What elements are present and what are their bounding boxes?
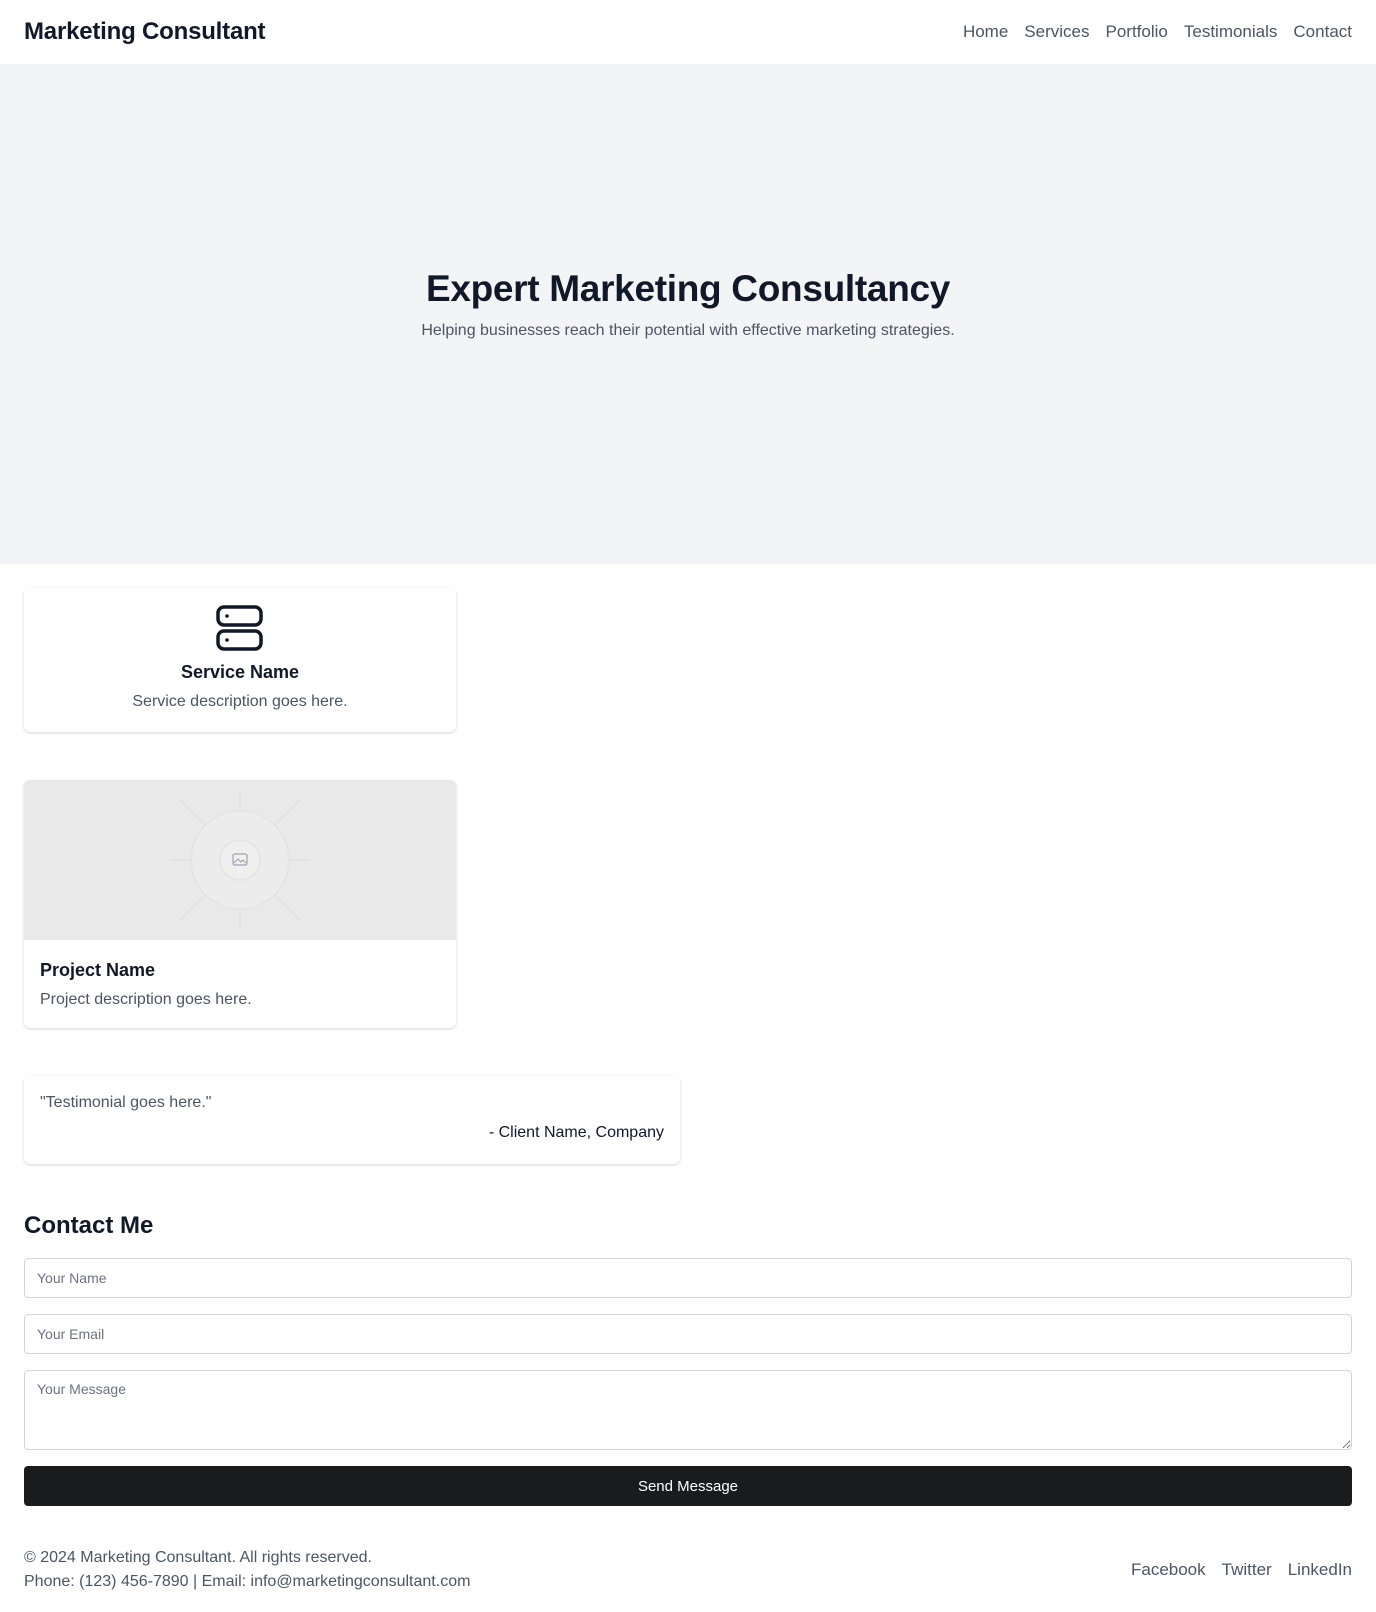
hero-subtitle: Helping businesses reach their potential…	[421, 322, 955, 339]
hero-title: Expert Marketing Consultancy	[425, 268, 951, 309]
project-title: Project Name	[40, 960, 156, 980]
contact-title: Contact Me	[24, 1212, 154, 1239]
testimonials-section: "Testimonial goes here." - Client Name, …	[0, 1076, 1376, 1164]
service-description: Service description goes here.	[132, 693, 348, 710]
nav-contact[interactable]: Contact	[1293, 22, 1352, 42]
contact-form: Send Message	[24, 1258, 1352, 1506]
nav-services[interactable]: Services	[1024, 22, 1089, 42]
testimonial-quote: "Testimonial goes here."	[40, 1094, 212, 1111]
message-textarea[interactable]	[24, 1370, 1352, 1450]
site-footer: © 2024 Marketing Consultant. All rights …	[0, 1546, 1376, 1594]
server-icon	[216, 604, 264, 652]
portfolio-section: Project Name Project description goes he…	[0, 780, 1376, 1028]
email-input[interactable]	[24, 1314, 1352, 1354]
footer-copyright: © 2024 Marketing Consultant. All rights …	[24, 1549, 372, 1566]
nav-home[interactable]: Home	[963, 22, 1008, 42]
service-title: Service Name	[180, 662, 300, 682]
project-image	[24, 780, 456, 940]
footer-contact-info: Phone: (123) 456-7890 | Email: info@mark…	[24, 1573, 471, 1590]
testimonial-card: "Testimonial goes here." - Client Name, …	[24, 1076, 680, 1164]
nav-portfolio[interactable]: Portfolio	[1105, 22, 1167, 42]
social-links: Facebook Twitter LinkedIn	[1131, 1560, 1352, 1580]
twitter-link[interactable]: Twitter	[1222, 1560, 1272, 1580]
contact-section: Contact Me Send Message	[0, 1212, 1376, 1506]
project-card[interactable]: Project Name Project description goes he…	[24, 780, 456, 1028]
facebook-link[interactable]: Facebook	[1131, 1560, 1206, 1580]
project-description: Project description goes here.	[40, 991, 252, 1008]
nav-testimonials[interactable]: Testimonials	[1184, 22, 1278, 42]
service-card: Service Name Service description goes he…	[24, 588, 456, 732]
testimonial-author: - Client Name, Company	[488, 1124, 664, 1141]
image-placeholder-icon	[170, 790, 310, 930]
linkedin-link[interactable]: LinkedIn	[1288, 1560, 1352, 1580]
site-logo[interactable]: Marketing Consultant	[24, 18, 266, 46]
name-input[interactable]	[24, 1258, 1352, 1298]
main-nav: Home Services Portfolio Testimonials Con…	[963, 22, 1352, 42]
hero-section: Expert Marketing Consultancy Helping bus…	[0, 64, 1376, 564]
site-header: Marketing Consultant Home Services Portf…	[0, 0, 1376, 64]
send-message-button[interactable]: Send Message	[24, 1466, 1352, 1506]
services-section: Service Name Service description goes he…	[0, 588, 1376, 732]
